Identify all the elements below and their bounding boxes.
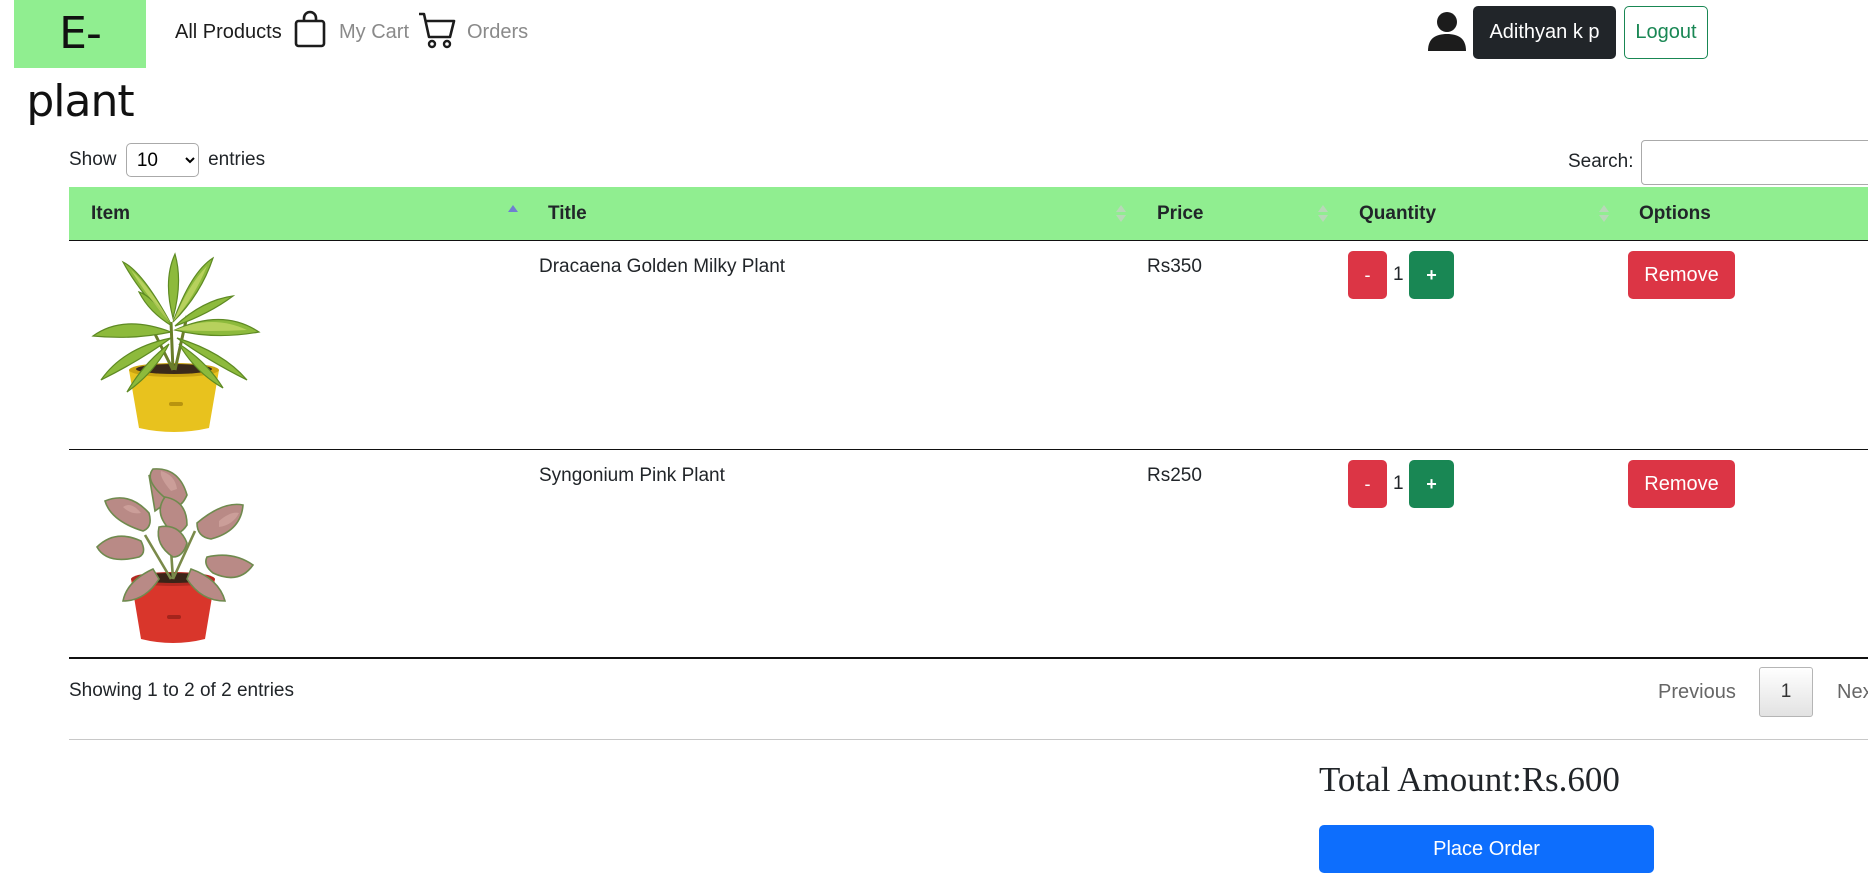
total-amount-value: Rs.600 <box>1521 760 1620 799</box>
search-control: Search: <box>1568 140 1868 185</box>
nav-orders[interactable]: Orders <box>467 20 528 44</box>
divider <box>69 739 1868 740</box>
search-label: Search: <box>1568 151 1634 172</box>
entries-label: entries <box>208 149 266 171</box>
total-amount: Total Amount:Rs.600 <box>1319 758 1620 802</box>
increase-quantity-button[interactable]: + <box>1409 460 1454 508</box>
entries-length-select[interactable]: 10 <box>125 143 199 177</box>
row-price: Rs250 <box>1147 465 1202 486</box>
header-item[interactable]: Item <box>91 187 130 241</box>
sort-icon[interactable] <box>1599 203 1609 225</box>
header-options[interactable]: Options <box>1639 187 1711 241</box>
nav-all-products[interactable]: All Products <box>175 20 282 44</box>
remove-button[interactable]: Remove <box>1628 251 1735 299</box>
place-order-button[interactable]: Place Order <box>1319 825 1654 873</box>
pagination-next[interactable]: Nex <box>1837 680 1868 704</box>
pagination-page-1[interactable]: 1 <box>1759 667 1813 717</box>
user-name-button[interactable]: Adithyan k p <box>1473 6 1616 59</box>
increase-quantity-button[interactable]: + <box>1409 251 1454 299</box>
row-title: Dracaena Golden Milky Plant <box>539 256 786 277</box>
sort-icon[interactable] <box>1318 203 1328 225</box>
header-price[interactable]: Price <box>1157 187 1203 241</box>
sort-ascending-icon[interactable] <box>508 203 518 225</box>
nav-my-cart[interactable]: My Cart <box>339 20 409 44</box>
quantity-value: 1 <box>1393 473 1404 494</box>
table-header: Item Title Price Quantity Options <box>69 187 1868 241</box>
row-title: Syngonium Pink Plant <box>539 465 725 486</box>
header-quantity[interactable]: Quantity <box>1359 187 1436 241</box>
bag-icon[interactable] <box>292 9 328 55</box>
cart-icon[interactable] <box>417 10 457 56</box>
sort-icon[interactable] <box>1116 203 1126 225</box>
search-input[interactable] <box>1641 140 1868 185</box>
user-icon <box>1426 10 1468 58</box>
decrease-quantity-button[interactable]: - <box>1348 251 1387 299</box>
table-info: Showing 1 to 2 of 2 entries <box>69 680 294 701</box>
header-title[interactable]: Title <box>548 187 587 241</box>
row-price: Rs350 <box>1147 256 1202 277</box>
quantity-value: 1 <box>1393 264 1404 285</box>
syngonium-plant-image <box>83 461 263 653</box>
total-amount-label: Total Amount: <box>1319 760 1522 799</box>
table-row: Dracaena Golden Milky Plant Rs350 - 1 + … <box>69 241 1868 450</box>
pagination-previous[interactable]: Previous <box>1658 680 1736 704</box>
site-logo[interactable]: E-plant <box>14 0 146 127</box>
entries-length-control: Show 10 entries <box>69 143 265 177</box>
logout-button[interactable]: Logout <box>1624 6 1708 59</box>
dracaena-plant-image <box>83 252 263 440</box>
remove-button[interactable]: Remove <box>1628 460 1735 508</box>
show-label: Show <box>69 149 117 171</box>
table-row: Syngonium Pink Plant Rs250 - 1 + Remove <box>69 450 1868 659</box>
decrease-quantity-button[interactable]: - <box>1348 460 1387 508</box>
